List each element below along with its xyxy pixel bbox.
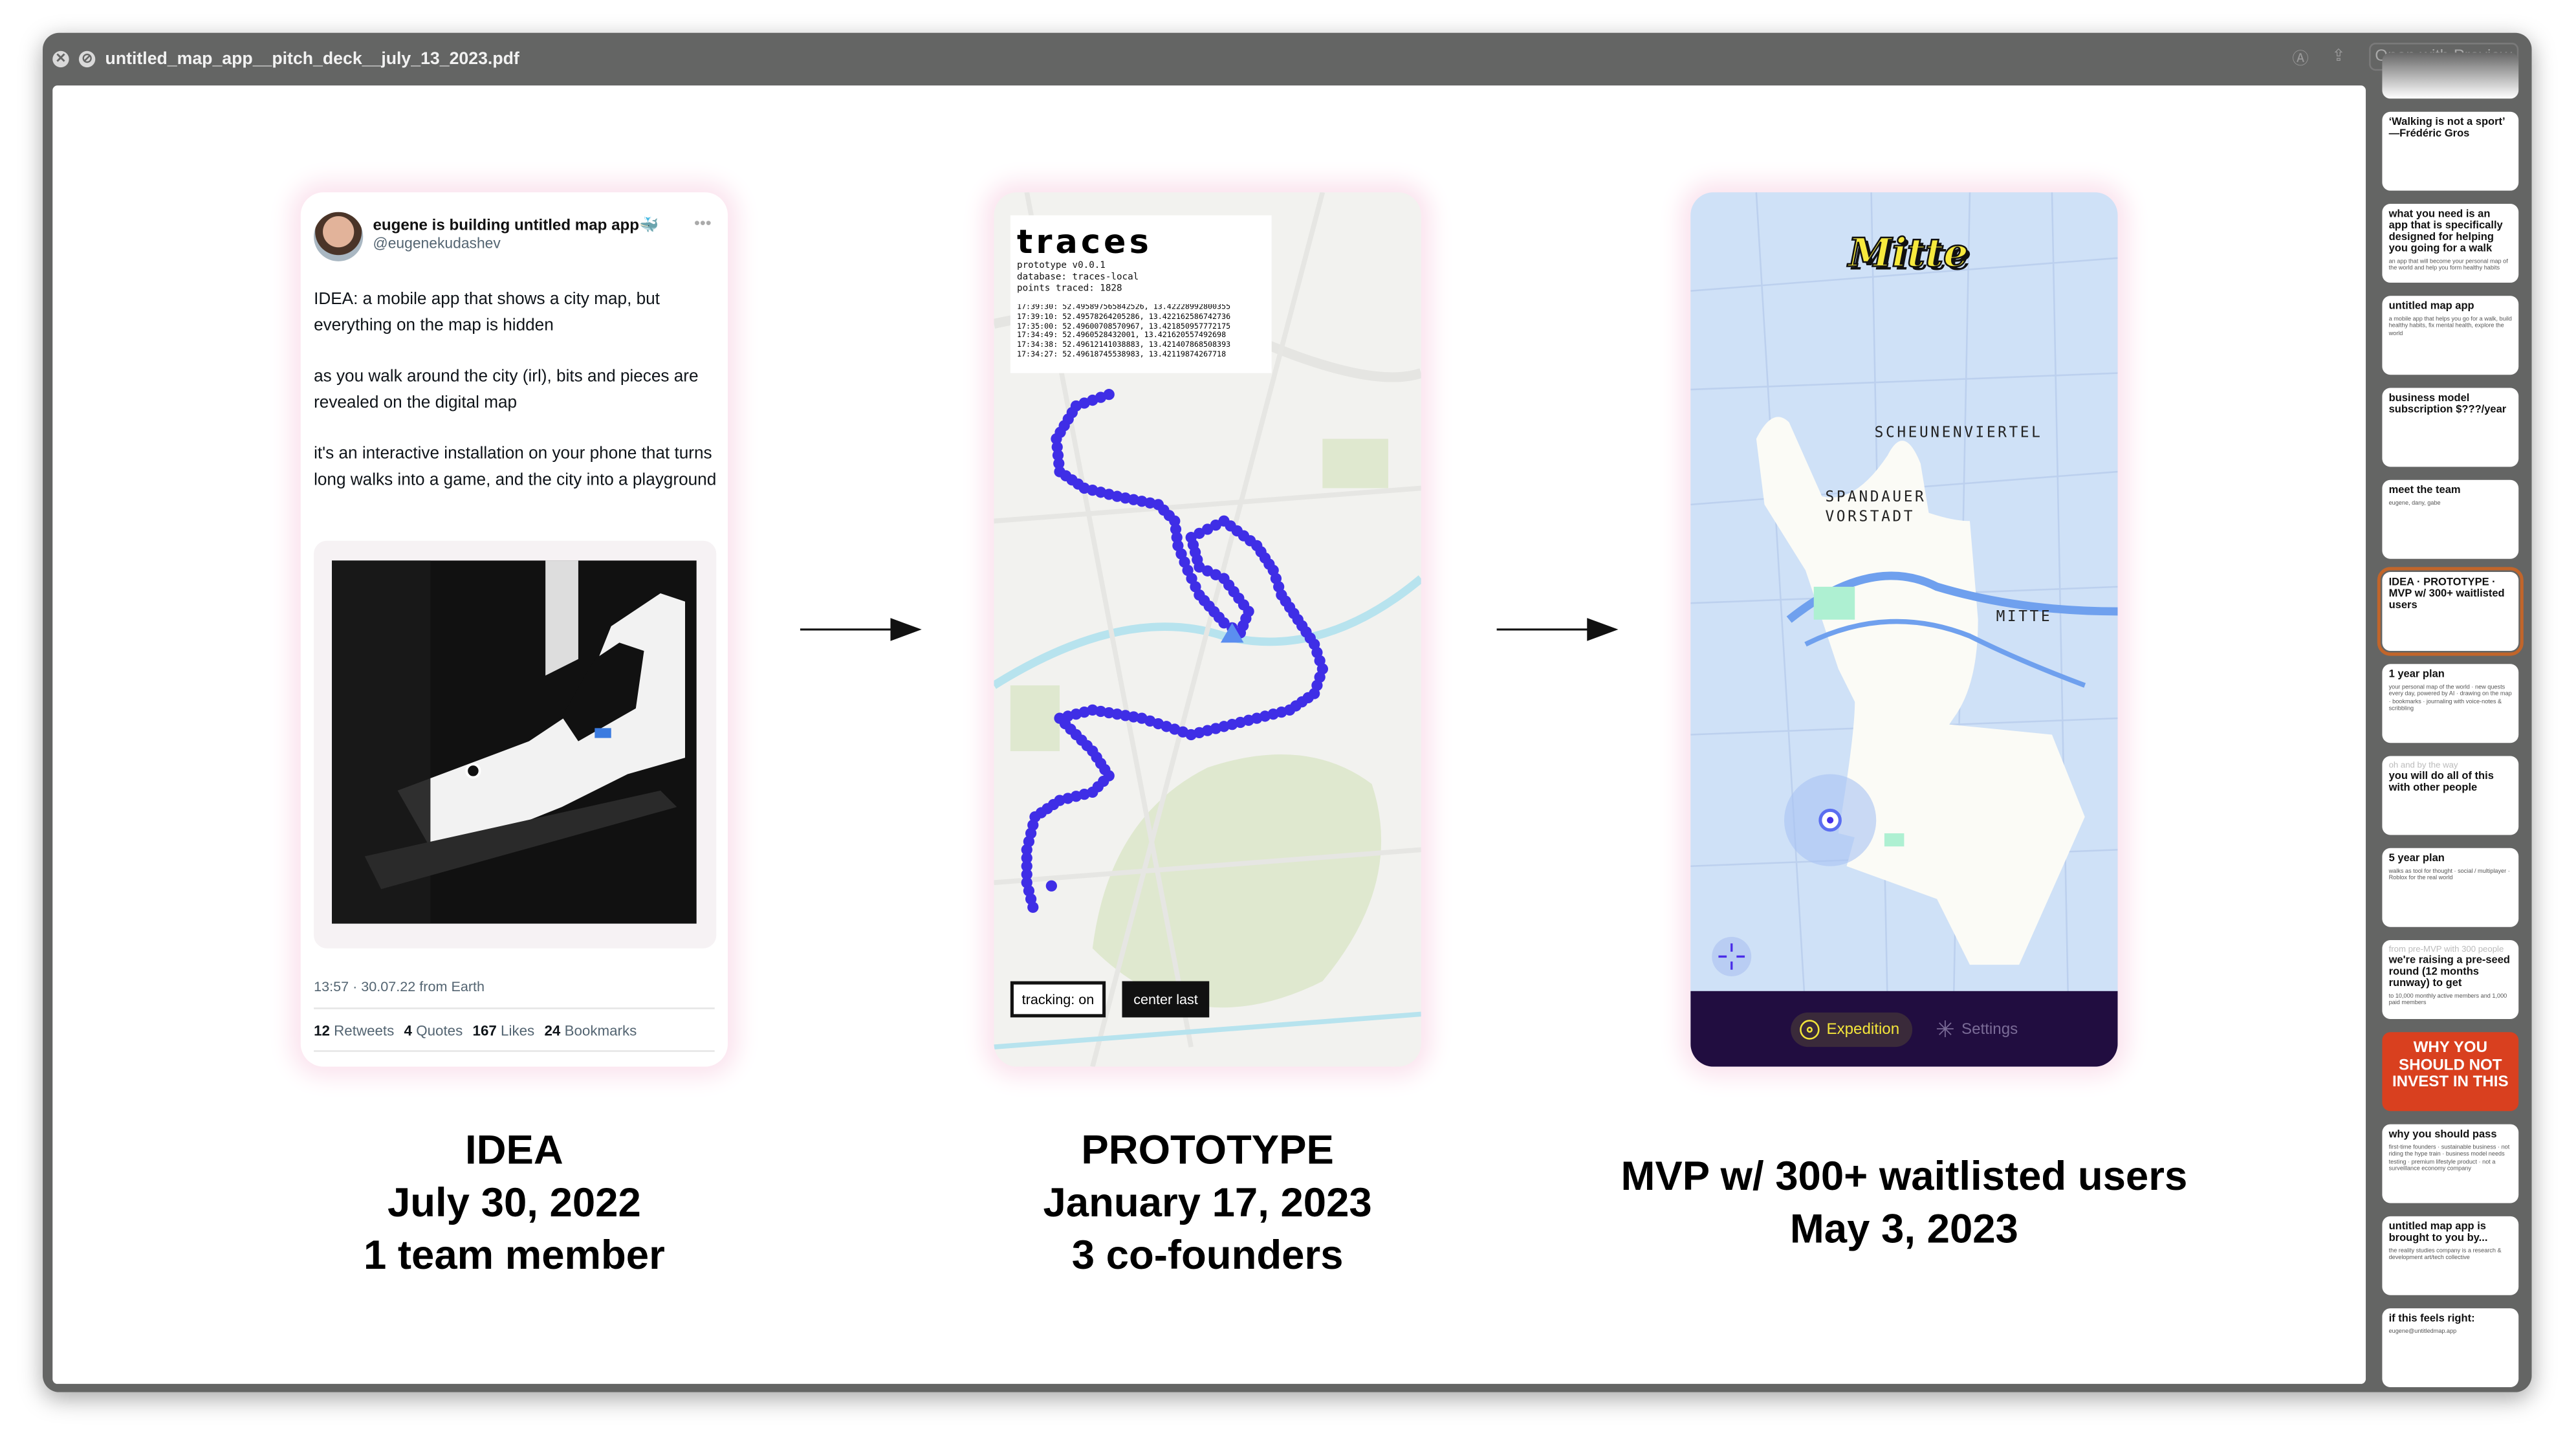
caption-idea: IDEA July 30, 2022 1 team member [363, 1127, 665, 1279]
share-icon[interactable]: ⇪ [2331, 48, 2345, 66]
database-text: database: traces-local [1017, 272, 1139, 283]
pdf-viewer-window: ✕ ⊘ untitled_map_app__pitch_deck__july_1… [43, 32, 2532, 1392]
stat-bookmarks: 24 Bookmarks [544, 1022, 637, 1039]
trace-point [1045, 880, 1057, 892]
page-thumbnail[interactable]: business model subscription $???/year [2382, 388, 2519, 467]
tweet-author-name: eugene is building untitled map app🐳 [373, 217, 659, 236]
page-thumbnail[interactable]: oh and by the way you will do all of this… [2382, 756, 2519, 835]
arrow-right-icon [1496, 618, 1619, 641]
title-bar: ✕ ⊘ untitled_map_app__pitch_deck__july_1… [43, 33, 2531, 84]
caption-mvp: MVP w/ 300+ waitlisted users May 3, 2023 [1621, 1154, 2188, 1253]
prototype-screenshot: traces prototype v0.0.1 database: traces… [994, 192, 1421, 1067]
page-thumbnail[interactable]: ‘Walking is not a sport’ —Frédéric Gros [2382, 111, 2519, 191]
arrow-right-icon [800, 618, 922, 641]
expedition-icon [1799, 1018, 1820, 1039]
trace-log: 17:39:30: 52.495897565842526, 13.4222899… [1017, 303, 1231, 360]
settings-asterisk-icon: ✳ [1936, 1015, 1955, 1042]
stat-retweets: 12 Retweets [314, 1022, 395, 1039]
map-label: MITTE [1996, 609, 2053, 626]
trace-point [1027, 901, 1039, 913]
page-thumbnail[interactable]: why you should pass first-time founders ·… [2382, 1124, 2519, 1203]
tweet-paragraph: it's an interactive installation on your… [314, 445, 717, 489]
page-thumbnail[interactable]: 5 year plan walks as tool for thought · s… [2382, 848, 2519, 927]
divider [314, 1007, 715, 1009]
tweet-paragraph: as you walk around the city (irl), bits … [314, 368, 699, 412]
tracking-toggle-button[interactable]: tracking: on [1010, 981, 1106, 1018]
tweet-author-handle: @eugenekudashev [373, 235, 501, 252]
center-last-button[interactable]: center last [1122, 981, 1210, 1018]
divider [314, 1050, 715, 1052]
page-thumbnail[interactable]: from pre-MVP with 300 people we're raisin… [2382, 940, 2519, 1019]
page-thumbnail[interactable] [2382, 52, 2519, 99]
tweet-paragraph: IDEA: a mobile app that shows a city map… [314, 291, 660, 335]
page-thumbnail[interactable]: if this feels right: eugene@untitledmap.a… [2382, 1308, 2519, 1388]
bottom-nav: Expedition ✳ Settings [1690, 991, 2118, 1067]
page-thumbnail[interactable]: untitled map app a mobile app that helps … [2382, 296, 2519, 375]
version-text: prototype v0.0.1 [1017, 261, 1106, 272]
nav-settings[interactable]: ✳ Settings [1936, 1015, 2018, 1043]
page-thumbnail[interactable]: 1 year plan your personal map of the worl… [2382, 664, 2519, 743]
page-thumbnail[interactable]: untitled map app is brought to you by...… [2382, 1216, 2519, 1295]
mvp-screenshot: Mitte SCHEUNENVIERTEL SPANDAUER VORSTADT… [1690, 192, 2118, 1067]
tweet-map-image [314, 540, 717, 949]
district-logo: Mitte [1848, 228, 1969, 277]
page-thumbnail[interactable]: what you need is an app that is specific… [2382, 203, 2519, 283]
mvp-map [1690, 192, 2118, 1015]
close-icon[interactable]: ✕ [52, 50, 69, 67]
tweet-text: IDEA: a mobile app that shows a city map… [314, 288, 716, 520]
page-thumbnail[interactable]: meet the team eugene, dany, gabe [2382, 479, 2519, 559]
avatar [314, 212, 364, 261]
tweet-timestamp: 13:57 · 30.07.22 from Earth [314, 978, 485, 994]
tweet-card: eugene is building untitled map app🐳 @eu… [300, 192, 728, 1067]
caption-prototype: PROTOTYPE January 17, 2023 3 co-founders [1043, 1127, 1372, 1279]
stat-quotes: 4 Quotes [404, 1022, 463, 1039]
info-icon[interactable]: ⊘ [78, 50, 96, 67]
more-icon: ••• [693, 215, 712, 234]
markup-icon[interactable]: Ⓐ [2292, 45, 2308, 69]
points-text: points traced: 1828 [1017, 284, 1122, 294]
page-thumbnail[interactable]: IDEA · PROTOTYPE · MVP w/ 300+ waitliste… [2377, 567, 2524, 656]
tweet-stats: 12 Retweets 4 Quotes 167 Likes 24 Bookma… [314, 1022, 637, 1038]
slide-page: eugene is building untitled map app🐳 @eu… [52, 85, 2366, 1384]
page-thumbnail[interactable]: WHY YOU SHOULD NOT INVEST IN THIS [2382, 1032, 2519, 1112]
app-title: traces [1017, 221, 1152, 261]
map-label: SCHEUNENVIERTEL [1874, 425, 2043, 443]
map-label: SPANDAUER VORSTADT [1825, 490, 1927, 526]
nav-expedition[interactable]: Expedition [1790, 1011, 1913, 1046]
thumbnail-sidebar[interactable]: ‘Walking is not a sport’ —Frédéric Gros w… [2377, 52, 2532, 1392]
traces-header: traces prototype v0.0.1 database: traces… [1010, 215, 1272, 373]
window-title: untitled_map_app__pitch_deck__july_13_20… [105, 48, 519, 69]
stat-likes: 167 Likes [472, 1022, 535, 1039]
